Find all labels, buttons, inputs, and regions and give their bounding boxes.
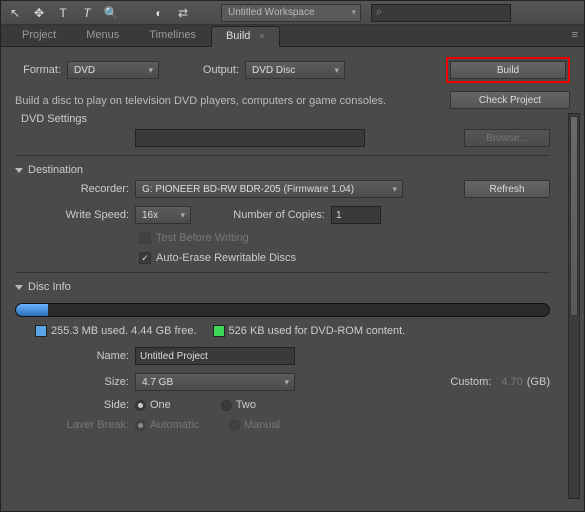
custom-label: Custom: xyxy=(450,376,497,388)
output-dropdown[interactable]: DVD Disc xyxy=(245,61,345,79)
copies-input[interactable]: 1 xyxy=(331,206,381,224)
layer-auto-label: Automatic xyxy=(150,419,199,431)
side-two-radio[interactable] xyxy=(221,400,232,411)
settings-path-input[interactable] xyxy=(135,129,365,147)
zoom-tool-icon[interactable]: 🔍 xyxy=(101,3,121,23)
tab-bar: Project Menus Timelines Build × ≡ xyxy=(1,25,584,47)
disc-usage-fill xyxy=(16,304,48,316)
project-name-input[interactable]: Untitled Project xyxy=(135,347,295,365)
workspace-label: Untitled Workspace xyxy=(228,7,315,18)
auto-erase-label: Auto-Erase Rewritable Discs xyxy=(156,252,296,264)
layer-manual-radio xyxy=(229,420,240,431)
tab-project[interactable]: Project xyxy=(7,25,71,46)
write-speed-dropdown[interactable]: 16x xyxy=(135,206,191,224)
rom-text: 526 KB used for DVD-ROM content. xyxy=(229,325,406,337)
arrow-tool-icon[interactable]: ↖ xyxy=(5,3,25,23)
size-label: Size: xyxy=(15,376,135,388)
text-tool-icon[interactable]: T xyxy=(53,3,73,23)
used-color-swatch xyxy=(35,325,47,337)
vtext-tool-icon[interactable]: T xyxy=(77,3,97,23)
recorder-dropdown[interactable]: G: PIONEER BD-RW BDR-205 (Firmware 1.04) xyxy=(135,180,403,198)
test-before-label: Test Before Writing xyxy=(156,232,249,244)
auto-erase-checkbox[interactable] xyxy=(139,252,151,264)
workspace-dropdown[interactable]: Untitled Workspace xyxy=(221,4,361,22)
move-tool-icon[interactable]: ✥ xyxy=(29,3,49,23)
build-button[interactable]: Build xyxy=(450,61,566,79)
vertical-scrollbar[interactable] xyxy=(568,113,580,499)
name-label: Name: xyxy=(15,350,135,362)
tab-timelines[interactable]: Timelines xyxy=(134,25,211,46)
side-label: Side: xyxy=(15,399,135,411)
build-description: Build a disc to play on television DVD p… xyxy=(15,95,438,107)
swap-tool-icon[interactable]: ⇄ xyxy=(173,3,193,23)
used-text: 255.3 MB used. 4.44 GB free. xyxy=(51,325,197,337)
panel-menu-icon[interactable]: ≡ xyxy=(572,29,578,41)
side-one-label: One xyxy=(150,399,171,411)
dvd-settings-title: DVD Settings xyxy=(21,113,550,125)
disc-usage-bar xyxy=(15,303,550,317)
custom-value: 4.70 xyxy=(501,376,522,388)
build-button-highlight: Build xyxy=(446,57,570,83)
format-dropdown[interactable]: DVD xyxy=(67,61,159,79)
destination-group[interactable]: Destination xyxy=(15,164,550,176)
chevron-down-icon xyxy=(15,168,23,173)
recorder-label: Recorder: xyxy=(15,183,135,195)
search-icon: ⌕ xyxy=(376,6,382,19)
tab-menus[interactable]: Menus xyxy=(71,25,134,46)
output-label: Output: xyxy=(179,64,245,76)
refresh-button[interactable]: Refresh xyxy=(464,180,550,198)
app-window: ↖ ✥ T T 🔍 | ◐ ⇄ : Untitled Workspace ⌕ P… xyxy=(0,0,585,512)
scrollbar-thumb[interactable] xyxy=(570,116,578,316)
layer-break-label: Laver Break: xyxy=(15,419,135,431)
copies-label: Number of Copies: xyxy=(211,209,331,221)
search-input[interactable]: ⌕ xyxy=(371,4,511,22)
test-before-checkbox xyxy=(139,232,151,244)
settings-scroll-region: DVD Settings Browse... Destination Recor… xyxy=(1,107,564,505)
close-tab-icon[interactable]: × xyxy=(259,31,264,41)
chevron-down-icon xyxy=(15,285,23,290)
custom-unit: (GB) xyxy=(527,376,550,388)
side-two-label: Two xyxy=(236,399,256,411)
separator-icon: | xyxy=(125,3,145,23)
layer-manual-label: Manual xyxy=(244,419,280,431)
top-toolbar: ↖ ✥ T T 🔍 | ◐ ⇄ : Untitled Workspace ⌕ xyxy=(1,1,584,25)
layer-auto-radio xyxy=(135,420,146,431)
browse-button[interactable]: Browse... xyxy=(464,129,550,147)
size-dropdown[interactable]: 4.7 GB xyxy=(135,373,295,391)
rom-color-swatch xyxy=(213,325,225,337)
side-one-radio[interactable] xyxy=(135,400,146,411)
format-label: Format: xyxy=(15,64,67,76)
palette-tool-icon[interactable]: ◐ xyxy=(149,3,169,23)
tab-build[interactable]: Build × xyxy=(211,26,280,47)
disc-info-group[interactable]: Disc Info xyxy=(15,281,550,293)
write-speed-label: Write Speed: xyxy=(15,209,135,221)
divider-icon: : xyxy=(197,3,217,23)
